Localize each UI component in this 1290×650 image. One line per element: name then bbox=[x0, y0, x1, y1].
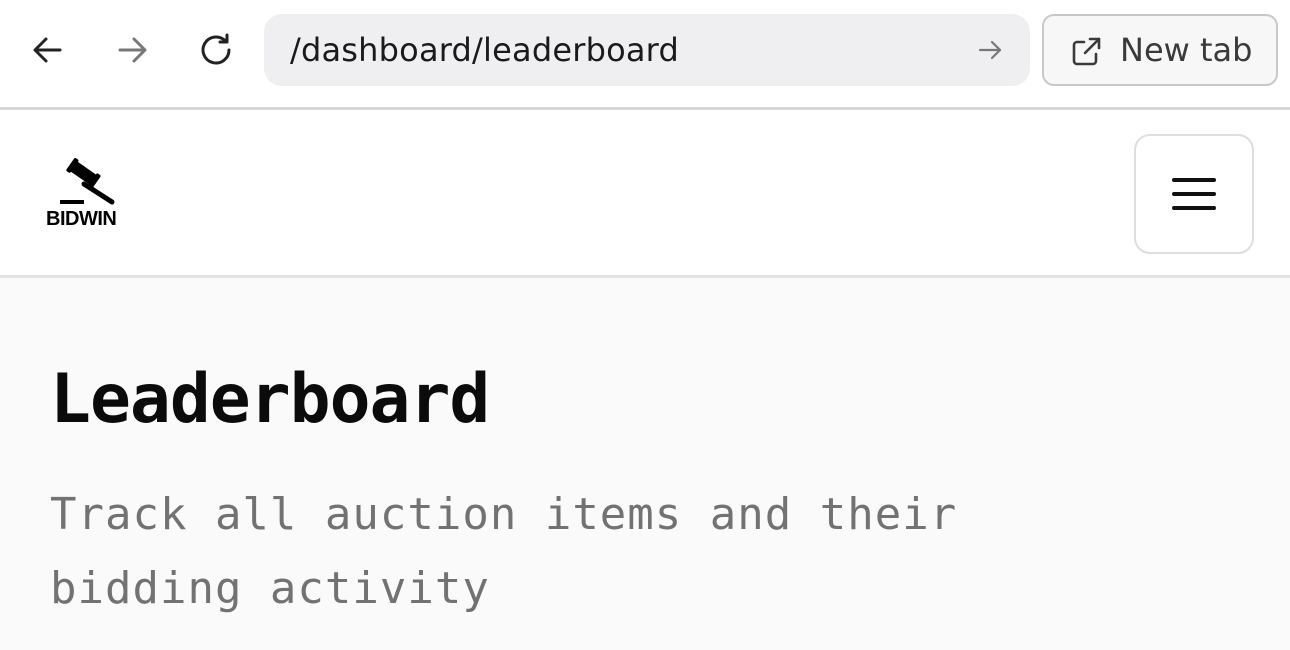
main-content: Leaderboard Track all auction items and … bbox=[0, 280, 1290, 650]
back-button[interactable] bbox=[20, 22, 76, 78]
page-subtitle: Track all auction items and their biddin… bbox=[50, 489, 958, 614]
brand-logo[interactable]: BIDWIN bbox=[44, 158, 124, 230]
new-tab-button[interactable]: New tab bbox=[1042, 14, 1278, 86]
reload-button[interactable] bbox=[188, 22, 244, 78]
brand-name: BIDWIN bbox=[46, 208, 117, 230]
arrow-left-icon bbox=[33, 37, 62, 63]
go-button[interactable] bbox=[970, 30, 1010, 70]
hamburger-menu-icon bbox=[1172, 178, 1216, 210]
arrow-right-icon bbox=[118, 37, 147, 63]
app-header: BIDWIN bbox=[0, 110, 1290, 278]
address-bar[interactable]: /dashboard/leaderboard bbox=[264, 14, 1030, 86]
browser-toolbar: /dashboard/leaderboard New tab bbox=[0, 0, 1290, 110]
arrow-right-icon bbox=[978, 40, 1002, 60]
menu-button[interactable] bbox=[1134, 134, 1254, 254]
external-link-icon bbox=[1072, 37, 1101, 66]
page-title: Leaderboard bbox=[50, 360, 490, 439]
reload-icon bbox=[201, 33, 231, 65]
new-tab-label: New tab bbox=[1120, 31, 1253, 69]
forward-button[interactable] bbox=[104, 22, 160, 78]
gavel-icon bbox=[60, 158, 115, 205]
url-text[interactable]: /dashboard/leaderboard bbox=[290, 31, 679, 69]
